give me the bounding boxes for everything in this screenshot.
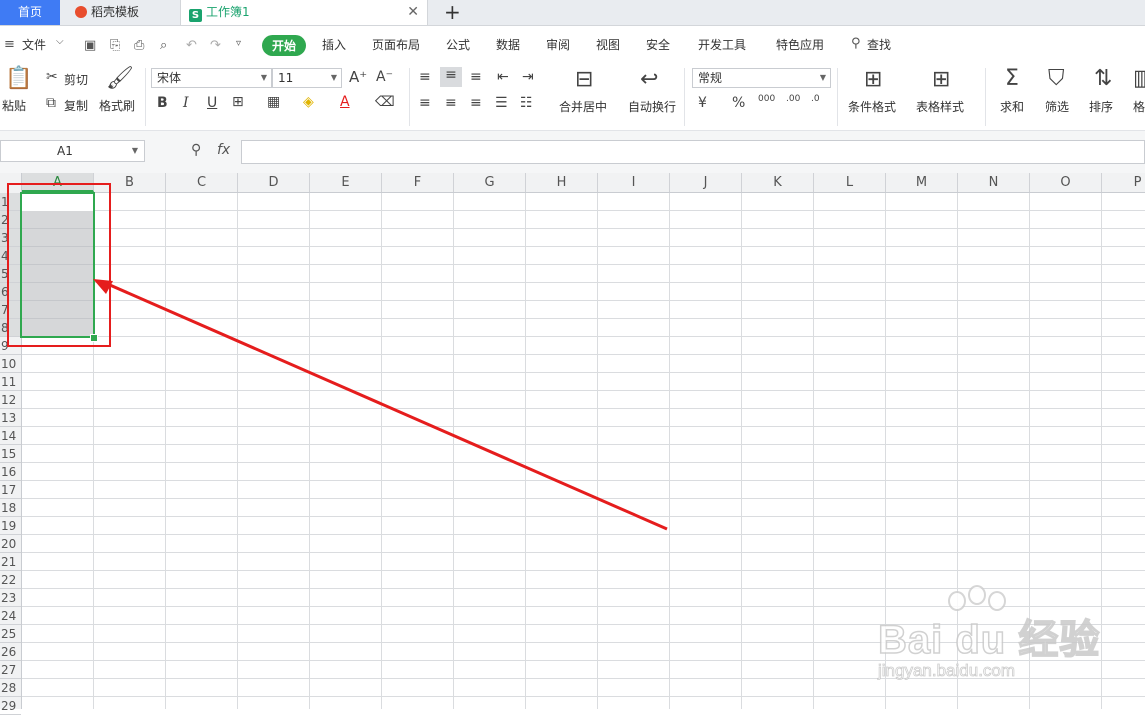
annotation-arrow-head [93, 279, 113, 294]
baidu-watermark: Bai du 经验 jingyan.baidu.com [870, 585, 1130, 695]
paw-icon [968, 585, 986, 605]
watermark-url: jingyan.baidu.com [878, 661, 1016, 681]
annotation-arrow-line [102, 280, 668, 531]
watermark-brand: Bai du 经验 [877, 617, 1101, 663]
